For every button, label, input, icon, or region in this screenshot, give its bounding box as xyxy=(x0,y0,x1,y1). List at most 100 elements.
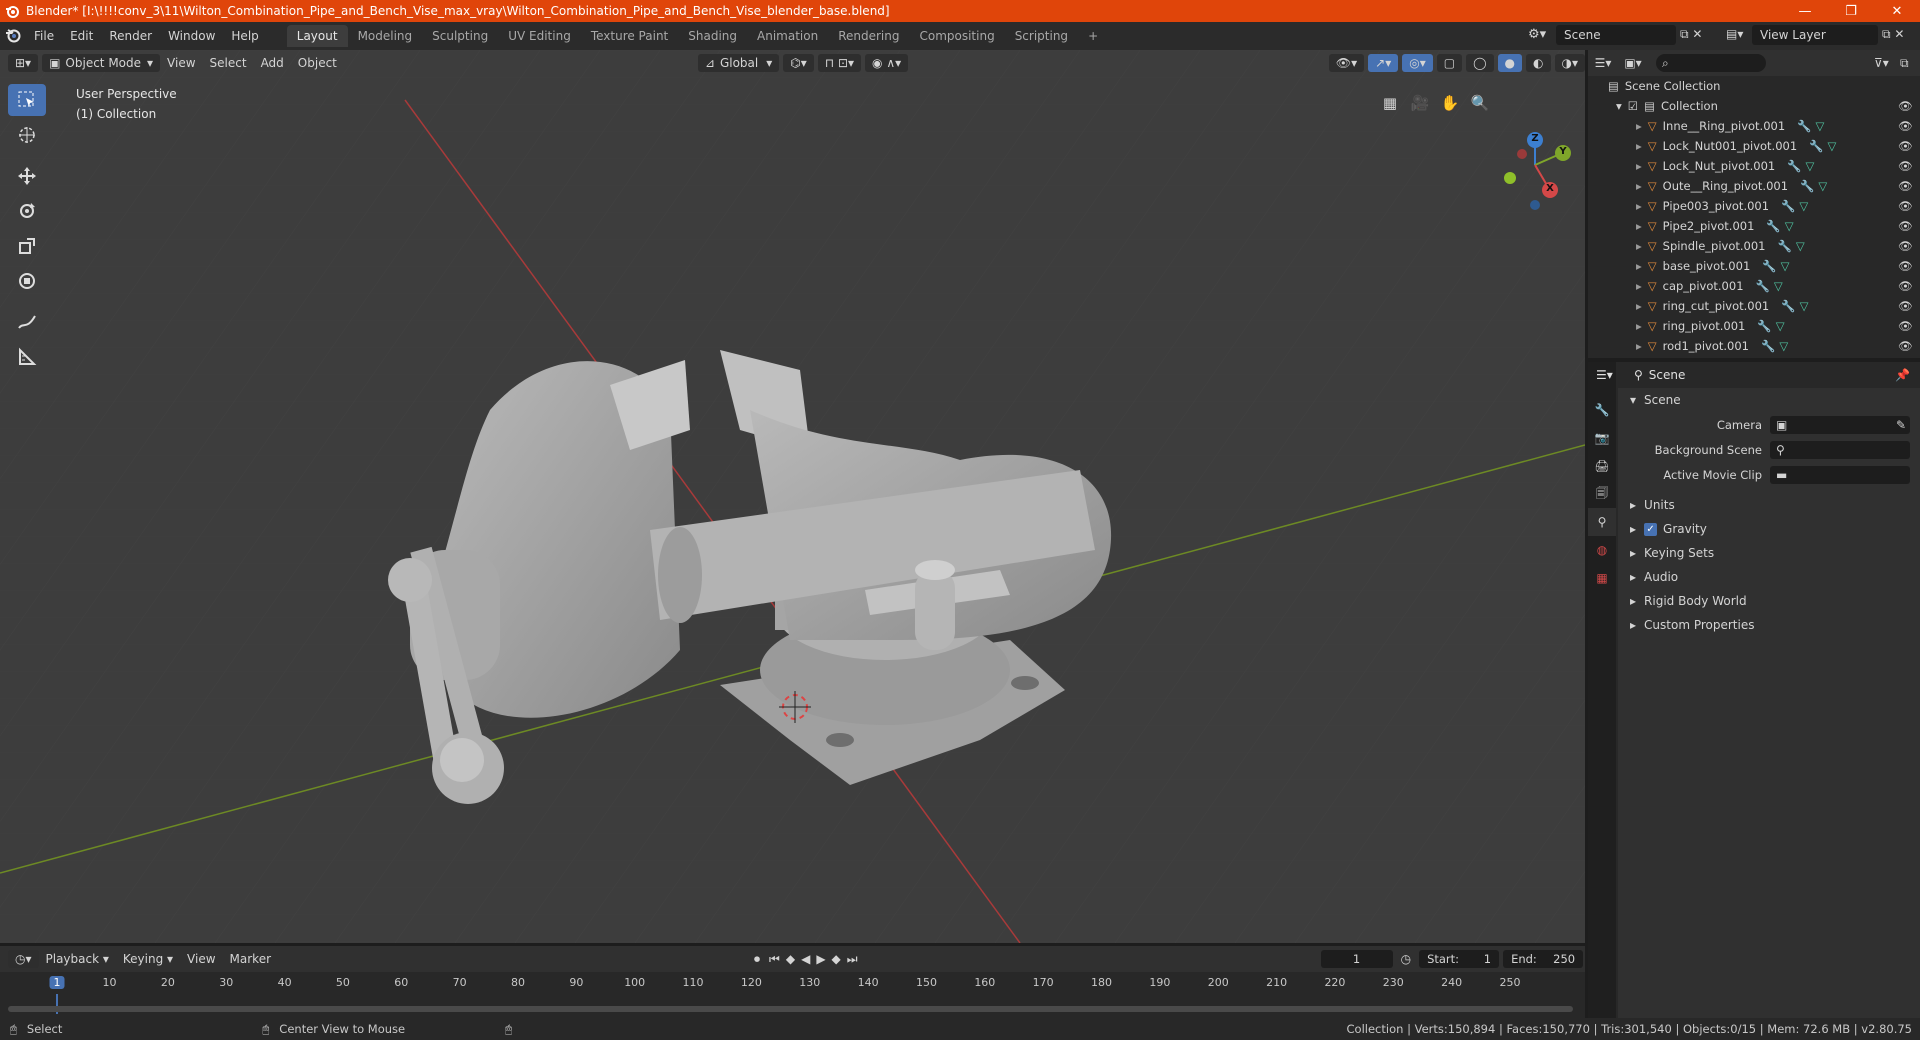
outliner-editor-type-icon[interactable]: ☰▾ xyxy=(1588,56,1618,70)
timeline-menu-view[interactable]: View xyxy=(180,952,222,966)
gravity-checkbox[interactable]: ✓ xyxy=(1644,522,1658,536)
modifier-wrench-icon[interactable]: 🔧 xyxy=(1762,259,1776,273)
outliner-object-row[interactable]: ▸ ▽ ring_pivot.001 🔧 ▽ 👁 xyxy=(1588,316,1920,336)
scale-tool-icon[interactable] xyxy=(8,230,46,262)
mesh-data-icon[interactable]: ▽ xyxy=(1774,279,1783,293)
eye-icon[interactable]: 👁 xyxy=(1898,99,1913,113)
properties-editor-icon[interactable]: ☰▾ xyxy=(1596,368,1613,382)
grid-view-icon[interactable]: ▦ xyxy=(1375,88,1405,118)
property-section-header[interactable]: ▸ Audio xyxy=(1618,565,1920,589)
texture-tab-icon[interactable]: ▦ xyxy=(1588,564,1616,592)
mesh-data-icon[interactable]: ▽ xyxy=(1785,219,1794,233)
expand-arrow-icon[interactable]: ▾ xyxy=(1616,99,1622,113)
outliner-object-row[interactable]: ▸ ▽ Lock_Nut001_pivot.001 🔧 ▽ 👁 xyxy=(1588,136,1920,156)
scene-selector[interactable]: Scene xyxy=(1556,25,1676,45)
pan-hand-icon[interactable]: ✋ xyxy=(1435,88,1465,118)
eye-icon[interactable]: 👁 xyxy=(1898,299,1913,313)
menu-window[interactable]: Window xyxy=(160,29,223,43)
scene-panel-header[interactable]: ▾ Scene xyxy=(1618,388,1920,412)
background-scene-field[interactable]: ⚲ xyxy=(1770,440,1910,459)
mesh-data-icon[interactable]: ▽ xyxy=(1781,259,1790,273)
scene-tab-icon[interactable]: ⚲ xyxy=(1588,508,1616,536)
modifier-wrench-icon[interactable]: 🔧 xyxy=(1800,179,1814,193)
property-section-header[interactable]: ▸ Keying Sets xyxy=(1618,541,1920,565)
shading-solid-button[interactable]: ● xyxy=(1497,54,1523,72)
view-layer-new-icon[interactable]: ⧉ ✕ xyxy=(1882,27,1904,42)
expand-arrow-icon[interactable]: ▸ xyxy=(1636,299,1642,313)
tab-texture-paint[interactable]: Texture Paint xyxy=(581,25,678,47)
property-section-header[interactable]: ▸ Custom Properties xyxy=(1618,613,1920,637)
eye-icon[interactable]: 👁 xyxy=(1898,179,1913,193)
menu-file[interactable]: File xyxy=(26,29,62,43)
viewport-menu-view[interactable]: View xyxy=(160,56,202,70)
menu-help[interactable]: Help xyxy=(223,29,266,43)
outliner-object-row[interactable]: ▸ ▽ Lock_Nut_pivot.001 🔧 ▽ 👁 xyxy=(1588,156,1920,176)
editor-type-button[interactable]: ⊞▾ xyxy=(8,54,39,72)
expand-arrow-icon[interactable]: ▸ xyxy=(1636,179,1642,193)
tab-rendering[interactable]: Rendering xyxy=(828,25,909,47)
tab-sculpting[interactable]: Sculpting xyxy=(422,25,498,47)
eye-icon[interactable]: 👁 xyxy=(1898,259,1913,273)
property-section-header[interactable]: ▸ Units xyxy=(1618,493,1920,517)
overlay-toggle-button[interactable]: ◎▾ xyxy=(1402,54,1433,72)
menu-edit[interactable]: Edit xyxy=(62,29,101,43)
timeline-editor-type-icon[interactable]: ◷▾ xyxy=(8,950,39,968)
viewport-menu-object[interactable]: Object xyxy=(291,56,344,70)
outliner-object-row[interactable]: ▸ ▽ Pipe2_pivot.001 🔧 ▽ 👁 xyxy=(1588,216,1920,236)
record-icon[interactable]: ⏺ xyxy=(754,952,760,967)
eye-icon[interactable]: 👁 xyxy=(1898,319,1913,333)
timeline-menu-playback[interactable]: Playback ▾ xyxy=(39,952,116,966)
property-section-header[interactable]: ▸ ✓ Gravity xyxy=(1618,517,1920,541)
expand-arrow-icon[interactable]: ▸ xyxy=(1636,259,1642,273)
mesh-data-icon[interactable]: ▽ xyxy=(1828,139,1837,153)
modifier-wrench-icon[interactable]: 🔧 xyxy=(1787,159,1801,173)
start-frame-field[interactable]: Start: 1 xyxy=(1419,950,1500,968)
outliner-object-row[interactable]: ▸ ▽ Oute__Ring_pivot.001 🔧 ▽ 👁 xyxy=(1588,176,1920,196)
timeline-scrollbar[interactable] xyxy=(8,1006,1573,1012)
modifier-wrench-icon[interactable]: 🔧 xyxy=(1781,199,1795,213)
modifier-wrench-icon[interactable]: 🔧 xyxy=(1757,319,1771,333)
modifier-wrench-icon[interactable]: 🔧 xyxy=(1797,119,1811,133)
timeline-frame-ruler[interactable]: 1 10 20 30 40 50 60 70 80 90 100 110 120 130 140 150 160… xyxy=(0,976,1585,1014)
outliner-object-row[interactable]: ▸ ▽ cap_pivot.001 🔧 ▽ 👁 xyxy=(1588,276,1920,296)
new-collection-icon[interactable]: ⧉ xyxy=(1900,56,1920,71)
prev-keyframe-icon[interactable]: ◆ xyxy=(786,952,795,966)
visibility-button[interactable]: 👁▾ xyxy=(1328,54,1365,72)
add-workspace-button[interactable]: + xyxy=(1078,25,1108,47)
outliner-object-row[interactable]: ▸ ▽ Inne__Ring_pivot.001 🔧 ▽ 👁 xyxy=(1588,116,1920,136)
eye-icon[interactable]: 👁 xyxy=(1898,339,1913,353)
world-tab-icon[interactable]: ◍ xyxy=(1588,536,1616,564)
eye-icon[interactable]: 👁 xyxy=(1898,139,1913,153)
eye-icon[interactable]: 👁 xyxy=(1898,199,1913,213)
view-layer-selector[interactable]: View Layer xyxy=(1752,25,1878,45)
tab-animation[interactable]: Animation xyxy=(747,25,828,47)
jump-start-icon[interactable]: ⏮ xyxy=(769,952,780,967)
gizmo-toggle-button[interactable]: ↗▾ xyxy=(1368,54,1399,72)
clock-icon[interactable]: ◷ xyxy=(1401,952,1411,966)
mesh-data-icon[interactable]: ▽ xyxy=(1796,239,1805,253)
display-mode-icon[interactable]: ▣▾ xyxy=(1618,56,1648,70)
mesh-data-icon[interactable]: ▽ xyxy=(1800,299,1809,313)
pin-icon[interactable]: 📌 xyxy=(1895,368,1910,382)
tab-uv-editing[interactable]: UV Editing xyxy=(498,25,581,47)
mesh-data-icon[interactable]: ▽ xyxy=(1799,199,1808,213)
menu-render[interactable]: Render xyxy=(101,29,160,43)
mesh-data-icon[interactable]: ▽ xyxy=(1816,119,1825,133)
camera-field[interactable]: ▣ ✎ xyxy=(1770,415,1910,434)
outliner-collection[interactable]: ▾ ☑ ▤ Collection 👁 xyxy=(1588,96,1920,116)
annotate-tool-icon[interactable] xyxy=(8,306,46,338)
viewport-menu-add[interactable]: Add xyxy=(254,56,291,70)
expand-arrow-icon[interactable]: ▸ xyxy=(1636,339,1642,353)
camera-view-icon[interactable]: 🎥 xyxy=(1405,88,1435,118)
expand-arrow-icon[interactable]: ▸ xyxy=(1636,159,1642,173)
eye-icon[interactable]: 👁 xyxy=(1898,239,1913,253)
mesh-data-icon[interactable]: ▽ xyxy=(1779,339,1788,353)
move-tool-icon[interactable] xyxy=(8,160,46,192)
close-button[interactable]: ✕ xyxy=(1874,0,1920,22)
outliner-search-field[interactable]: ⌕ xyxy=(1656,54,1766,72)
shading-rendered-button[interactable]: ◑▾ xyxy=(1554,54,1585,72)
pivot-point-button[interactable]: ⌬▾ xyxy=(783,54,814,72)
outliner-scene-collection[interactable]: ▤ Scene Collection xyxy=(1588,76,1920,96)
property-section-header[interactable]: ▸ Rigid Body World xyxy=(1618,589,1920,613)
tab-shading[interactable]: Shading xyxy=(678,25,747,47)
